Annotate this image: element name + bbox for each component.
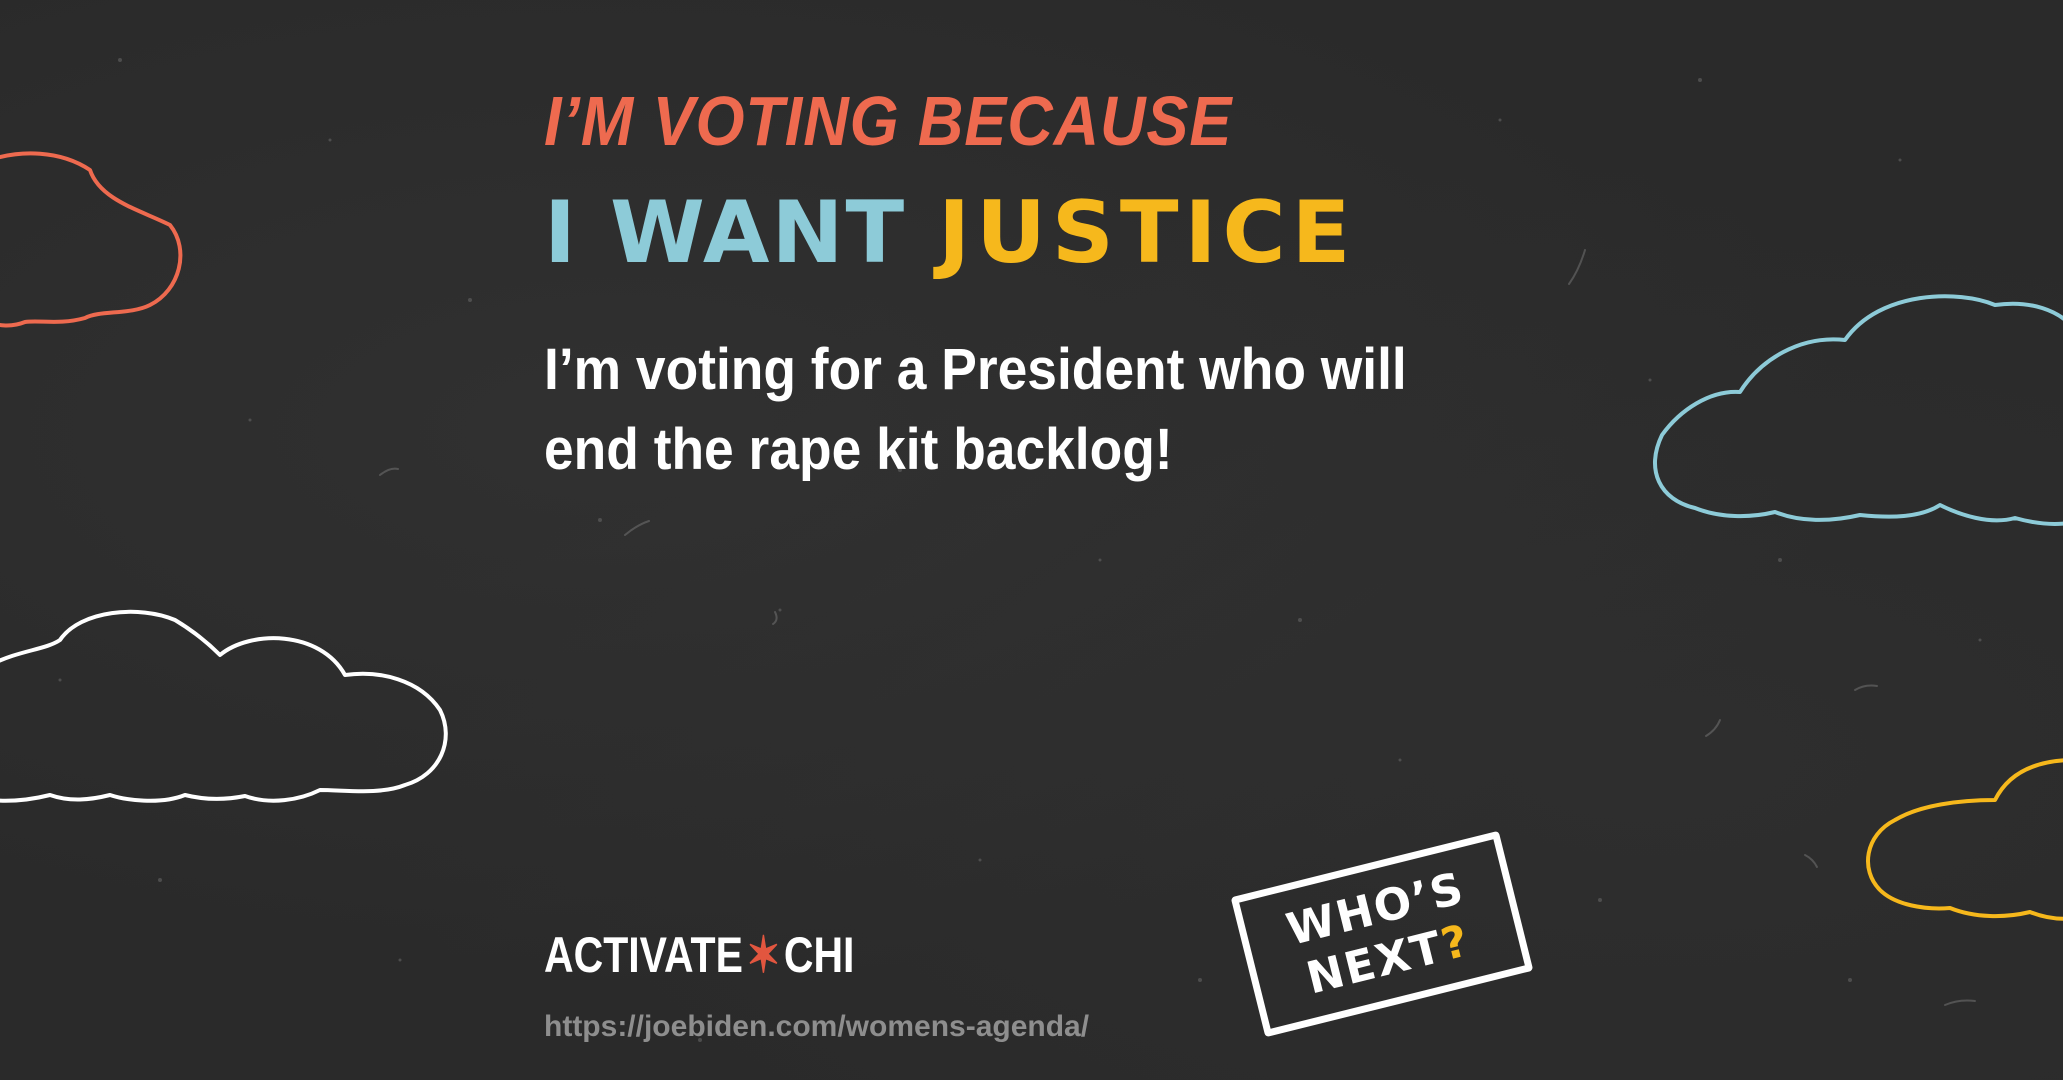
voting-message: I’m voting for a President who will end …	[544, 330, 1464, 490]
red-star-icon: ✶	[746, 927, 781, 983]
brand-chi: CHI	[783, 927, 855, 983]
headline-i-want: I WANT	[544, 183, 907, 283]
voting-message-line-1: I’m voting for a President who will	[544, 337, 1407, 402]
headline-reason-intro: I’M VOTING BECAUSE	[544, 82, 1233, 160]
activate-chi-logo: ACTIVATE✶CHI	[544, 930, 854, 980]
voting-message-line-2: end the rape kit backlog!	[544, 417, 1173, 482]
source-url: https://joebiden.com/womens-agenda/	[544, 1010, 1090, 1043]
headline-justice: JUSTICE	[938, 183, 1357, 283]
brand-activate: ACTIVATE	[544, 927, 743, 983]
yellow-cloud-icon	[1866, 758, 2063, 921]
headline-want-justice: I WANT JUSTICE	[544, 190, 1356, 276]
